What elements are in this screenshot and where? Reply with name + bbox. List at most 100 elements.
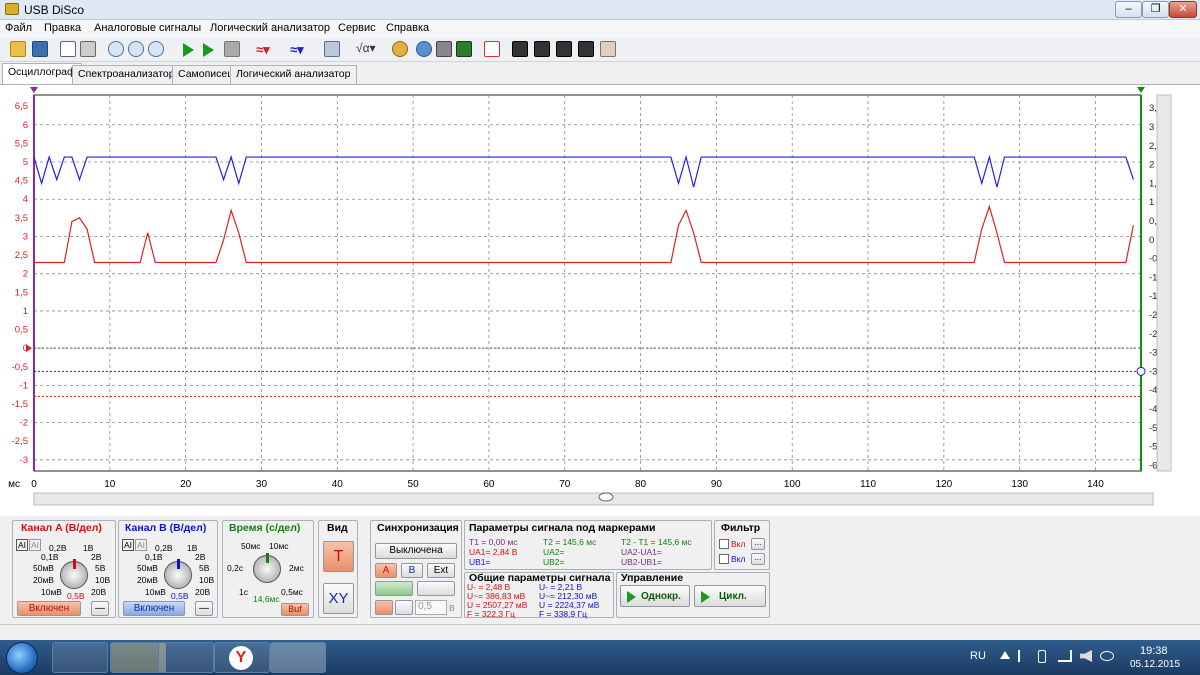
- zoom-fit-icon[interactable]: [128, 41, 144, 57]
- channel-a-dc-toggle[interactable]: AI: [29, 539, 42, 551]
- close-button[interactable]: ✕: [1169, 1, 1197, 18]
- sync-wait-icon[interactable]: [395, 600, 413, 615]
- probe-icon[interactable]: [392, 41, 408, 57]
- sync-level-input[interactable]: 0,5: [415, 600, 447, 615]
- expand-panel-icon[interactable]: [598, 492, 614, 502]
- buffer-button[interactable]: Buf: [281, 603, 309, 616]
- scale-label: 20мВ: [137, 575, 158, 585]
- single-run-button[interactable]: Однокр.: [620, 585, 690, 607]
- marker-t2-handle[interactable]: [1137, 87, 1145, 93]
- usb-disco-task-icon[interactable]: [270, 642, 326, 673]
- network-icon[interactable]: [1058, 650, 1072, 662]
- menu-service[interactable]: Сервис: [338, 22, 376, 34]
- x-tick-label: 140: [1087, 479, 1104, 490]
- tab-oscilloscope[interactable]: Осциллограф: [2, 63, 82, 84]
- channel-a-offset-handle[interactable]: [26, 344, 32, 353]
- refresh-icon[interactable]: [416, 41, 432, 57]
- left-axis-tick-label: 5: [23, 157, 28, 168]
- ic-icon-2[interactable]: [534, 41, 550, 57]
- view-time-button[interactable]: T: [323, 541, 354, 572]
- sync-channel-a-button[interactable]: A: [375, 563, 397, 578]
- time-scale-label: 50мс: [241, 541, 261, 551]
- print-icon[interactable]: [80, 41, 96, 57]
- tab-spectrum-analyzer[interactable]: Спектроанализатор: [72, 65, 181, 84]
- minimize-button[interactable]: –: [1115, 1, 1142, 18]
- x-axis-unit-label: мс: [8, 479, 20, 490]
- filter-label-a: Вкл: [731, 539, 746, 549]
- filter-checkbox-b[interactable]: [719, 554, 729, 564]
- vertical-scrollbar[interactable]: [1156, 94, 1172, 472]
- maximize-button[interactable]: ❐: [1142, 1, 1169, 18]
- ic-icon-4[interactable]: [578, 41, 594, 57]
- sync-auto-icon[interactable]: [375, 600, 393, 615]
- right-axis-tick-label: -1: [1149, 272, 1157, 283]
- math-icon[interactable]: √α▾: [356, 41, 376, 55]
- open-folder-icon[interactable]: [10, 41, 26, 57]
- sync-ext-button[interactable]: Ext: [427, 563, 455, 578]
- rising-edge-icon[interactable]: [375, 581, 413, 596]
- marker-icon[interactable]: [484, 41, 500, 57]
- cloud-icon[interactable]: [1100, 651, 1114, 661]
- calculator-icon[interactable]: [324, 41, 340, 57]
- time-scale-label: 0,5мс: [281, 587, 303, 597]
- start-button[interactable]: [6, 642, 38, 674]
- scale-label: 20В: [91, 587, 107, 597]
- zoom-icon[interactable]: [108, 41, 124, 57]
- view-xy-button[interactable]: XY: [323, 583, 354, 614]
- channel-a-ac-toggle[interactable]: AI: [16, 539, 29, 551]
- battery-icon[interactable]: [1038, 650, 1046, 663]
- menu-analog-signals[interactable]: Аналоговые сигналы: [94, 22, 201, 34]
- menu-logic-analyzer[interactable]: Логический анализатор: [210, 22, 330, 34]
- oscilloscope-chart[interactable]: 0 10 20 30 40 50 60 70 80 90 100 110 120 130 1406,565,…: [0, 85, 1200, 517]
- channel-settings-icon[interactable]: ≈▾: [256, 42, 270, 58]
- media-player-icon[interactable]: [158, 642, 214, 673]
- screenshot-icon[interactable]: [436, 41, 452, 57]
- left-axis-tick-label: 5,5: [15, 138, 28, 149]
- filter-b-settings-button[interactable]: ...: [751, 553, 765, 565]
- channel-b-invert-button[interactable]: —: [195, 601, 213, 616]
- ie-icon[interactable]: [52, 642, 108, 673]
- channel-a-enabled-button[interactable]: Включен: [17, 601, 81, 616]
- app-icon: [5, 3, 19, 15]
- volume-icon[interactable]: [1080, 650, 1092, 662]
- horizontal-scrollbar[interactable]: [33, 492, 1154, 506]
- run-icon[interactable]: [183, 43, 194, 57]
- channel-b-ac-toggle[interactable]: AI: [122, 539, 135, 551]
- menu-edit[interactable]: Правка: [44, 22, 81, 34]
- window-title: USB DiSco: [24, 3, 85, 17]
- cycle-run-button[interactable]: Цикл.: [694, 585, 766, 607]
- menu-help[interactable]: Справка: [386, 22, 429, 34]
- ic-icon-1[interactable]: [512, 41, 528, 57]
- tray-expand-icon[interactable]: [1000, 651, 1010, 659]
- filter-a-settings-button[interactable]: ...: [751, 538, 765, 550]
- filter-checkbox-a[interactable]: [719, 539, 729, 549]
- stop-icon[interactable]: [224, 41, 240, 57]
- save-icon[interactable]: [32, 41, 48, 57]
- menu-file[interactable]: Файл: [5, 22, 32, 34]
- flag-icon[interactable]: [1018, 650, 1028, 662]
- falling-edge-icon[interactable]: [417, 581, 455, 596]
- tab-logic-analyzer[interactable]: Логический анализатор: [230, 65, 357, 84]
- channel-b-enabled-button[interactable]: Включен: [123, 601, 185, 616]
- yandex-browser-icon[interactable]: Y: [214, 642, 270, 673]
- filter-icon[interactable]: ≈▾: [290, 42, 304, 58]
- sync-state-button[interactable]: Выключена: [375, 543, 457, 559]
- x-tick-label: 100: [784, 479, 801, 490]
- marker-t1-handle[interactable]: [30, 87, 38, 93]
- language-indicator[interactable]: RU: [970, 650, 986, 662]
- ic-icon-3[interactable]: [556, 41, 572, 57]
- title-bar: USB DiSco – ❐ ✕: [0, 0, 1200, 20]
- right-axis-tick-label: -4: [1149, 385, 1157, 396]
- sync-channel-b-button[interactable]: B: [401, 563, 423, 578]
- marker-ua2: UA2=: [543, 547, 565, 557]
- table-icon[interactable]: [456, 41, 472, 57]
- x-tick-label: 0: [31, 479, 37, 490]
- eraser-icon[interactable]: [600, 41, 616, 57]
- sync-title: Синхронизация: [377, 522, 459, 534]
- zoom-select-icon[interactable]: [148, 41, 164, 57]
- channel-b-offset-handle[interactable]: [1136, 366, 1146, 376]
- print-preview-icon[interactable]: [60, 41, 76, 57]
- run-cycle-icon[interactable]: [203, 43, 214, 57]
- channel-a-invert-button[interactable]: —: [91, 601, 109, 616]
- channel-b-dc-toggle[interactable]: AI: [135, 539, 148, 551]
